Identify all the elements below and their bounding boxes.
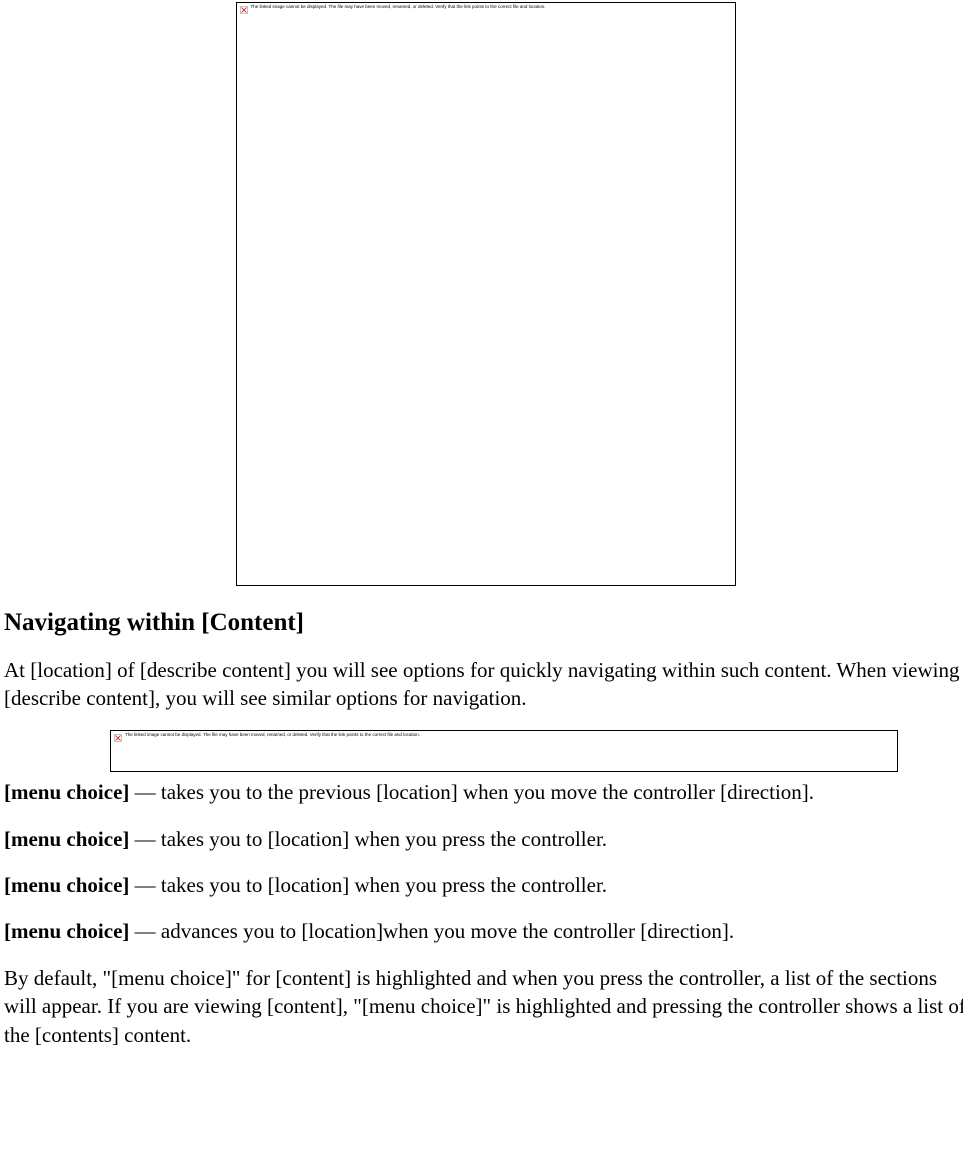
missing-image-alt-text: The linked image cannot be displayed. Th… [125, 733, 420, 738]
menu-choice-line: [menu choice] — takes you to the previou… [4, 778, 963, 806]
menu-choice-label: [menu choice] [4, 919, 129, 943]
menu-choice-label: [menu choice] [4, 827, 129, 851]
menu-choice-line: [menu choice] — takes you to [location] … [4, 825, 963, 853]
section-heading: Navigating within [Content] [4, 606, 963, 640]
missing-image-large: The linked image cannot be displayed. Th… [236, 2, 736, 586]
intro-paragraph: At [location] of [describe content] you … [4, 656, 963, 713]
missing-image-small: The linked image cannot be displayed. Th… [110, 730, 898, 772]
menu-choice-line: [menu choice] — advances you to [locatio… [4, 917, 963, 945]
menu-choice-desc: — takes you to the previous [location] w… [129, 780, 814, 804]
broken-image-icon [114, 734, 122, 742]
menu-choice-line: [menu choice] — takes you to [location] … [4, 871, 963, 899]
menu-choice-desc: — takes you to [location] when you press… [129, 873, 607, 897]
menu-choice-label: [menu choice] [4, 873, 129, 897]
menu-choice-desc: — takes you to [location] when you press… [129, 827, 607, 851]
menu-choice-desc: — advances you to [location]when you mov… [129, 919, 734, 943]
broken-image-icon [240, 6, 248, 14]
missing-image-alt-text: The linked image cannot be displayed. Th… [251, 5, 546, 10]
closing-paragraph: By default, "[menu choice]" for [content… [4, 964, 963, 1049]
menu-choice-label: [menu choice] [4, 780, 129, 804]
